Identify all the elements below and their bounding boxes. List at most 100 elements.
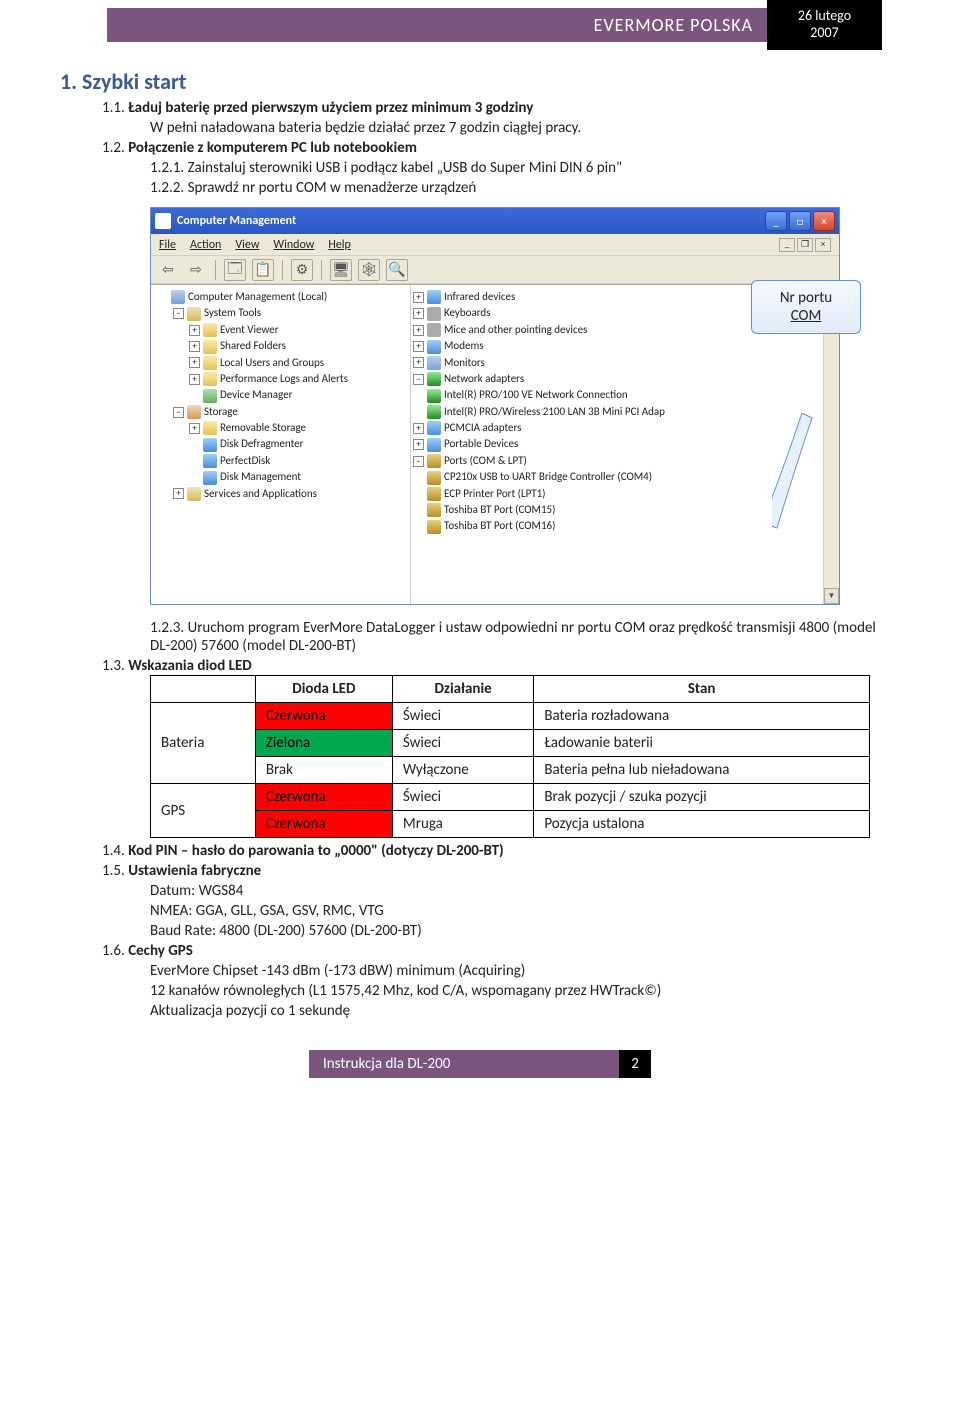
tree-item-icon bbox=[427, 356, 441, 370]
menu-action[interactable]: Action bbox=[190, 238, 221, 252]
cell-color: Czerwona bbox=[255, 703, 392, 730]
table-row: Bateria Czerwona Świeci Bateria rozładow… bbox=[151, 703, 870, 730]
close-button[interactable]: × bbox=[813, 211, 835, 231]
expand-toggle[interactable]: + bbox=[189, 374, 200, 385]
cell-action: Mruga bbox=[392, 811, 533, 838]
toolbar-btn-5[interactable]: 🔍 bbox=[386, 259, 408, 281]
menu-help[interactable]: Help bbox=[328, 238, 351, 252]
tree-item-icon bbox=[203, 454, 217, 468]
cell-color: Zielona bbox=[255, 730, 392, 757]
tree-item-label: ECP Printer Port (LPT1) bbox=[444, 487, 546, 500]
expand-toggle[interactable]: + bbox=[413, 423, 424, 434]
expand-toggle[interactable]: + bbox=[189, 325, 200, 336]
scroll-down-button[interactable]: ▼ bbox=[824, 588, 839, 604]
tree-item-icon bbox=[203, 340, 217, 354]
tree-item-icon bbox=[427, 471, 441, 485]
cell-color: Czerwona bbox=[255, 811, 392, 838]
toolbar-separator bbox=[215, 260, 216, 280]
back-button[interactable]: ⇦ bbox=[157, 259, 179, 281]
menu-view[interactable]: View bbox=[235, 238, 259, 252]
section-1-3: 1.3. Wskazania diod LED bbox=[102, 657, 880, 675]
tree-item-icon bbox=[203, 372, 217, 386]
section-1-4: 1.4. Kod PIN – hasło do parowania to „00… bbox=[102, 842, 880, 860]
tree-item-label: Monitors bbox=[444, 356, 485, 369]
tree-item[interactable]: + Services and Applications bbox=[153, 486, 408, 502]
window-title: Computer Management bbox=[177, 214, 763, 228]
subsection-num: 1.2.3. bbox=[150, 619, 184, 637]
tree-item-icon bbox=[427, 487, 441, 501]
tree-item[interactable]: +Performance Logs and Alerts bbox=[153, 371, 408, 387]
mdi-controls: _ ❐ × bbox=[779, 238, 831, 252]
expand-toggle[interactable]: − bbox=[413, 374, 424, 385]
expand-toggle[interactable]: − bbox=[173, 308, 184, 319]
toolbar-btn-2[interactable]: 📋 bbox=[252, 259, 274, 281]
expand-toggle[interactable]: − bbox=[413, 456, 424, 467]
cell-color: Czerwona bbox=[255, 784, 392, 811]
tree-item[interactable]: Device Manager bbox=[153, 387, 408, 403]
tree-item[interactable]: +Event Viewer bbox=[153, 322, 408, 338]
s15-line: Baud Rate: 4800 (DL-200) 57600 (DL-200-B… bbox=[150, 922, 880, 940]
callout-line2: COM bbox=[762, 307, 850, 325]
tree-item[interactable]: Computer Management (Local) bbox=[153, 289, 408, 305]
properties-button[interactable]: ⚙ bbox=[291, 259, 313, 281]
expand-toggle[interactable]: + bbox=[189, 423, 200, 434]
tree-item[interactable]: Disk Management bbox=[153, 469, 408, 485]
expand-toggle[interactable]: + bbox=[413, 292, 424, 303]
expand-toggle[interactable]: + bbox=[413, 341, 424, 352]
cell-action: Świeci bbox=[392, 730, 533, 757]
section-num: 1.3. bbox=[102, 657, 125, 675]
com-port-callout: Nr portu COM bbox=[751, 280, 861, 334]
tree-item[interactable]: +Removable Storage bbox=[153, 420, 408, 436]
mdi-close[interactable]: × bbox=[815, 238, 831, 252]
tree-item[interactable]: Intel(R) PRO/100 VE Network Connection bbox=[413, 387, 837, 403]
page-content: 1. Szybki start 1.1. Ładuj baterię przed… bbox=[0, 68, 960, 1020]
menu-file[interactable]: File bbox=[159, 238, 176, 252]
toolbar-btn-1[interactable]: 🗔 bbox=[224, 259, 246, 281]
tree-item[interactable]: PerfectDisk bbox=[153, 453, 408, 469]
tree-item[interactable]: − System Tools bbox=[153, 305, 408, 321]
mdi-restore[interactable]: ❐ bbox=[797, 238, 813, 252]
tree-item[interactable]: +Shared Folders bbox=[153, 338, 408, 354]
menu-window[interactable]: Window bbox=[273, 238, 314, 252]
mdi-minimize[interactable]: _ bbox=[779, 238, 795, 252]
tree-item[interactable]: Disk Defragmenter bbox=[153, 436, 408, 452]
tree-item[interactable]: + Monitors bbox=[413, 355, 837, 371]
tree-item-label: Local Users and Groups bbox=[220, 356, 324, 369]
section-num: 1.1. bbox=[102, 99, 125, 117]
toolbar-btn-3[interactable]: 🖥 bbox=[330, 259, 352, 281]
tree-item-label: PCMCIA adapters bbox=[444, 421, 521, 434]
tree-item-label: Toshiba BT Port (COM15) bbox=[444, 503, 555, 516]
section-title: Połączenie z komputerem PC lub notebooki… bbox=[128, 139, 417, 157]
tree-item[interactable]: −Network adapters bbox=[413, 371, 837, 387]
footer-page-number: 2 bbox=[619, 1050, 651, 1078]
tree-item-label: Intel(R) PRO/Wireless 2100 LAN 3B Mini P… bbox=[444, 405, 665, 418]
tree-item-icon bbox=[427, 520, 441, 534]
tree-item-icon bbox=[427, 421, 441, 435]
toolbar-btn-4[interactable]: 🕸 bbox=[358, 259, 380, 281]
brand-bar: EVERMORE POLSKA bbox=[107, 8, 767, 42]
window-body: Computer Management (Local) − System Tools… bbox=[151, 284, 839, 604]
tree-item-label: System Tools bbox=[204, 306, 261, 319]
tree-item[interactable]: + Local Users and Groups bbox=[153, 355, 408, 371]
tree-item-icon bbox=[427, 307, 441, 321]
expand-toggle[interactable]: + bbox=[413, 325, 424, 336]
s16-line: EverMore Chipset -143 dBm (-173 dBW) min… bbox=[150, 962, 880, 980]
expand-toggle[interactable]: − bbox=[173, 407, 184, 418]
tree-item-label: Infrared devices bbox=[444, 290, 515, 303]
expand-toggle[interactable]: + bbox=[173, 488, 184, 499]
th-action: Działanie bbox=[392, 676, 533, 703]
tree-item-label: Services and Applications bbox=[204, 487, 317, 500]
expand-toggle[interactable]: + bbox=[189, 357, 200, 368]
expand-toggle[interactable]: + bbox=[189, 341, 200, 352]
cell-state: Brak pozycji / szuka pozycji bbox=[534, 784, 870, 811]
cell-color: Brak bbox=[255, 757, 392, 784]
forward-button[interactable]: ⇨ bbox=[185, 259, 207, 281]
minimize-button[interactable]: _ bbox=[765, 211, 787, 231]
expand-toggle[interactable]: + bbox=[413, 439, 424, 450]
expand-toggle[interactable]: + bbox=[413, 357, 424, 368]
tree-item[interactable]: +Modems bbox=[413, 338, 837, 354]
expand-toggle[interactable]: + bbox=[413, 308, 424, 319]
page-header: EVERMORE POLSKA 26 lutego 2007 bbox=[0, 0, 960, 50]
tree-item[interactable]: −Storage bbox=[153, 404, 408, 420]
maximize-button[interactable]: □ bbox=[789, 211, 811, 231]
